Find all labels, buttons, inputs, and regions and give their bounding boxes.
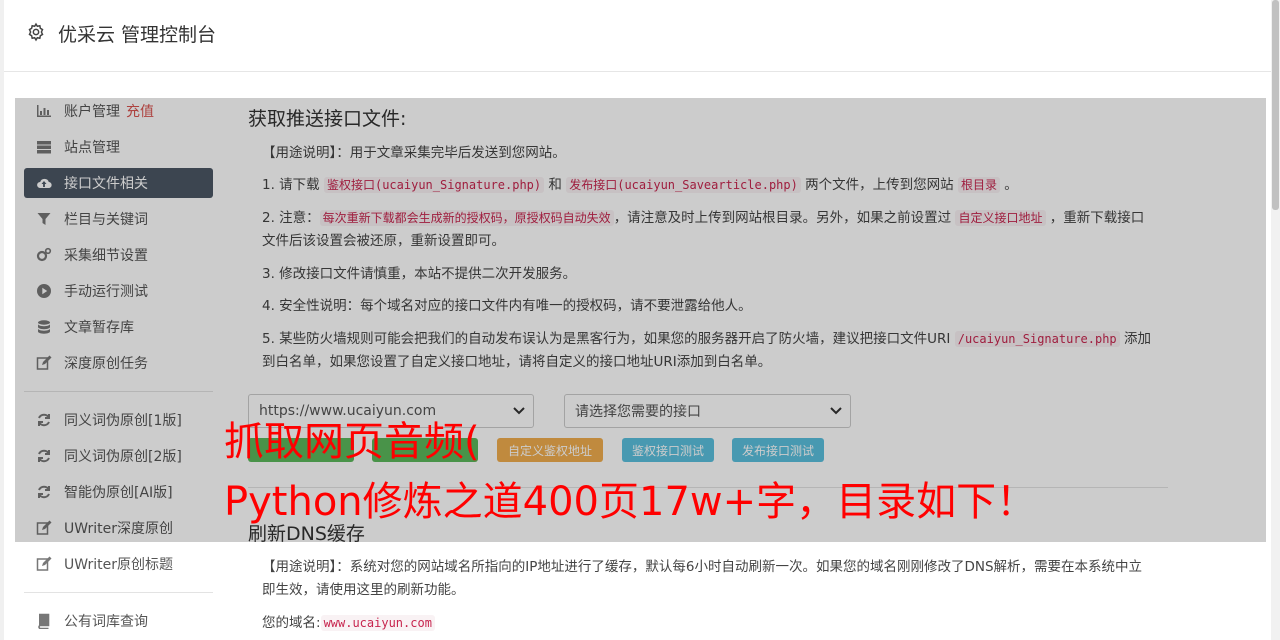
dns-usage-text: 【用途说明】：系统对您的网站域名所指向的IP地址进行了缓存，默认每6小时自动刷新… xyxy=(262,559,1143,598)
domain-row: 您的域名: www.ucaiyun.com xyxy=(262,612,1152,635)
recharge-link[interactable]: 充值 xyxy=(126,101,154,121)
scrollbar-thumb[interactable] xyxy=(1272,0,1279,210)
sidebar-item-label: 同义词伪原创[1版] xyxy=(64,413,182,429)
sidebar-item-label: 公有词库查询 xyxy=(64,614,148,630)
sidebar-item-api-files[interactable]: 接口文件相关 xyxy=(24,168,213,198)
page-title: 优采云 管理控制台 xyxy=(58,24,217,46)
sidebar-item-uwriter-title[interactable]: UWriter原创标题 xyxy=(24,549,213,579)
watermark-line-1: 抓取网页音频( xyxy=(224,419,480,465)
custom-api-address-code: 自定义接口地址 xyxy=(955,210,1046,226)
sidebar-item-label: 栏目与关键词 xyxy=(64,212,148,228)
sidebar-item-sites[interactable]: 站点管理 xyxy=(24,132,213,162)
refresh-icon xyxy=(36,448,52,464)
sidebar-item-public-dictionary[interactable]: 公有词库查询 xyxy=(24,606,213,636)
server-icon xyxy=(36,139,52,155)
instruction-3: 3. 修改接口文件请慎重，本站不提供二次开发服务。 xyxy=(262,266,577,282)
domain-value: www.ucaiyun.com xyxy=(320,615,435,631)
sidebar-item-manual-run[interactable]: 手动运行测试 xyxy=(24,276,213,306)
sidebar-item-deep-original[interactable]: 深度原创任务 xyxy=(24,348,213,378)
chevron-down-icon xyxy=(513,407,525,415)
sidebar-divider xyxy=(24,592,213,593)
sidebar-item-account[interactable]: 账户管理 充值 xyxy=(24,96,213,126)
custom-auth-address-button[interactable]: 自定义鉴权地址 xyxy=(497,438,603,462)
sidebar-item-label: 采集细节设置 xyxy=(64,248,148,264)
sidebar-divider xyxy=(24,391,213,392)
sidebar-item-label: 接口文件相关 xyxy=(64,176,148,192)
edit-icon xyxy=(36,355,52,371)
sidebar-item-label: 深度原创任务 xyxy=(64,356,148,372)
play-circle-icon xyxy=(36,283,52,299)
refresh-icon xyxy=(36,484,52,500)
watermark-line-2: Python修炼之道400页17w+字，目录如下！ xyxy=(224,479,1037,525)
instruction-2: 2. 注意： 每次重新下载都会生成新的授权码，原授权码自动失效 ，请注意及时上传到网… xyxy=(262,210,1145,249)
edit-icon xyxy=(36,520,52,536)
gear-icon xyxy=(28,22,44,42)
filter-icon xyxy=(36,211,52,227)
sidebar-item-ai-original[interactable]: 智能伪原创[AI版] xyxy=(24,477,213,507)
refresh-icon xyxy=(36,412,52,428)
edit-icon xyxy=(36,556,52,572)
sidebar-item-label: UWriter深度原创 xyxy=(64,521,173,537)
root-dir-code: 根目录 xyxy=(957,177,1000,193)
database-icon xyxy=(36,319,52,335)
sidebar-item-article-store[interactable]: 文章暂存库 xyxy=(24,312,213,342)
sidebar-item-synonym-v1[interactable]: 同义词伪原创[1版] xyxy=(24,405,213,435)
sidebar-item-uwriter-deep[interactable]: UWriter深度原创 xyxy=(24,513,213,543)
instruction-4: 4. 安全性说明：每个域名对应的接口文件内有唯一的授权码，请不要泄露给他人。 xyxy=(262,298,752,314)
sidebar-item-label: 文章暂存库 xyxy=(64,320,134,336)
cogs-icon xyxy=(36,247,52,263)
signature-uri-code: /ucaiyun_Signature.php xyxy=(954,331,1120,347)
api-select[interactable]: 请选择您需要的接口 xyxy=(564,394,851,428)
sidebar-item-collect-settings[interactable]: 采集细节设置 xyxy=(24,240,213,270)
sidebar-item-label: 同义词伪原创[2版] xyxy=(64,449,182,465)
sidebar-item-label: UWriter原创标题 xyxy=(64,557,173,573)
section-title-api-files: 获取推送接口文件: xyxy=(248,108,407,130)
top-header: 优采云 管理控制台 xyxy=(4,0,1271,72)
test-publish-button[interactable]: 发布接口测试 xyxy=(732,438,824,462)
sidebar-item-columns-keywords[interactable]: 栏目与关键词 xyxy=(24,204,213,234)
sidebar-item-synonym-v2[interactable]: 同义词伪原创[2版] xyxy=(24,441,213,471)
chevron-down-icon xyxy=(830,407,842,415)
sidebar-item-label: 手动运行测试 xyxy=(64,284,148,300)
sidebar-item-label: 站点管理 xyxy=(64,140,120,156)
book-icon xyxy=(36,613,52,629)
publish-api-link[interactable]: 发布接口(ucaiyun_Savearticle.php) xyxy=(566,177,801,193)
sidebar-item-label: 账户管理 xyxy=(64,104,120,120)
sidebar: 账户管理 充值 站点管理 接口文件相关 栏目与关键词 采集细节设置 手动运行测试… xyxy=(24,96,213,640)
usage-text: 【用途说明】：用于文章采集完毕后发送到您网站。 xyxy=(262,145,566,161)
auth-code-warning: 每次重新下载都会生成新的授权码，原授权码自动失效 xyxy=(319,210,614,226)
sidebar-item-label: 智能伪原创[AI版] xyxy=(64,485,173,501)
bar-chart-icon xyxy=(36,103,52,119)
instruction-5: 5. 某些防火墙规则可能会把我们的自动发布误认为是黑客行为，如果您的服务器开启了… xyxy=(262,331,1151,370)
cloud-upload-icon xyxy=(36,175,52,191)
test-auth-button[interactable]: 鉴权接口测试 xyxy=(622,438,714,462)
auth-api-link[interactable]: 鉴权接口(ucaiyun_Signature.php) xyxy=(323,177,545,193)
instruction-1: 1. 请下载 鉴权接口(ucaiyun_Signature.php) 和 发布接… xyxy=(262,177,1018,193)
